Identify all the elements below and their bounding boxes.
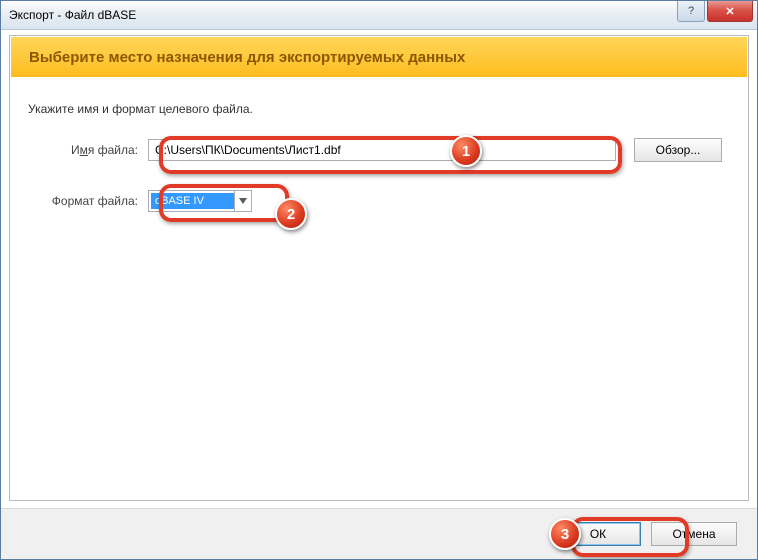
help-button[interactable]: ? [677, 1, 705, 22]
close-button[interactable]: ✕ [707, 1, 753, 22]
ok-button[interactable]: ОК [555, 522, 641, 546]
browse-button[interactable]: Обзор... [634, 138, 722, 162]
banner-heading: Выберите место назначения для экспортиру… [29, 49, 465, 66]
format-label: Формат файла: [28, 194, 148, 208]
filename-row: Имя файла: Обзор... [28, 138, 730, 162]
window-title: Экспорт - Файл dBASE [1, 8, 136, 22]
cancel-button[interactable]: Отмена [651, 522, 737, 546]
body: Укажите имя и формат целевого файла. Имя… [10, 78, 748, 212]
instruction-text: Укажите имя и формат целевого файла. [28, 102, 730, 116]
dialog-content: Выберите место назначения для экспортиру… [9, 35, 749, 501]
filename-input[interactable] [148, 139, 616, 161]
format-select[interactable]: dBASE IV (*.dbf) [148, 190, 252, 212]
filename-label: Имя файла: [28, 143, 148, 157]
format-row: Формат файла: dBASE IV (*.dbf) [28, 190, 730, 212]
dialog-footer: ОК Отмена [1, 508, 757, 559]
titlebar: Экспорт - Файл dBASE ? ✕ [1, 1, 757, 30]
chevron-down-icon [234, 191, 251, 211]
window-controls: ? ✕ [675, 1, 753, 22]
dialog-window: Экспорт - Файл dBASE ? ✕ Выберите место … [0, 0, 758, 560]
format-select-value: dBASE IV (*.dbf) [151, 193, 234, 209]
banner: Выберите место назначения для экспортиру… [11, 37, 747, 77]
